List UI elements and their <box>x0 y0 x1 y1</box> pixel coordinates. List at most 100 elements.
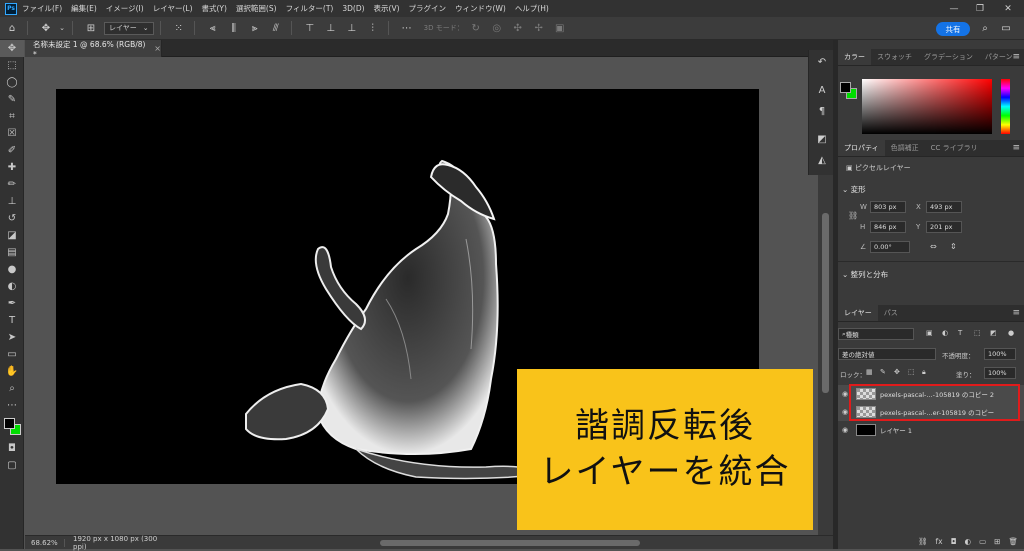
transform-section[interactable]: ⌄ 変形 <box>842 184 866 195</box>
y-input[interactable]: 201 px <box>926 221 962 233</box>
new-group-icon[interactable]: ▭ <box>979 537 986 546</box>
align-distribute-section[interactable]: ⌄ 整列と分布 <box>842 269 888 280</box>
quick-mask-icon[interactable]: ◘ <box>0 440 24 457</box>
menu-view[interactable]: 表示(V) <box>374 3 400 14</box>
link-layers-icon[interactable]: ⛓ <box>918 537 928 546</box>
eraser-tool-icon[interactable]: ◪ <box>0 227 24 244</box>
menu-filter[interactable]: フィルター(T) <box>286 3 334 14</box>
tab-layers[interactable]: レイヤー <box>838 305 878 321</box>
angle-input[interactable]: 0.00° <box>870 241 910 253</box>
3d-roll-icon[interactable]: ◎ <box>488 20 506 36</box>
menu-3d[interactable]: 3D(D) <box>342 4 364 13</box>
align-top-icon[interactable]: ⊤ <box>301 20 319 36</box>
brush-tool-icon[interactable]: ✏ <box>0 176 24 193</box>
angle-field[interactable]: ∠ 0.00° <box>860 241 910 253</box>
search-icon[interactable]: ⌕ <box>977 20 993 36</box>
adjustment-layer-icon[interactable]: ◐ <box>965 537 972 546</box>
distribute-vertical-icon[interactable]: ⫶ <box>364 20 382 36</box>
lasso-tool-icon[interactable]: ◯ <box>0 74 24 91</box>
clone-stamp-icon[interactable]: ⊥ <box>0 193 24 210</box>
history-icon[interactable]: ↶ <box>811 53 833 71</box>
healing-brush-icon[interactable]: ✚ <box>0 159 24 176</box>
tab-cc-libraries[interactable]: CC ライブラリ <box>925 140 984 156</box>
3d-scale-icon[interactable]: ▣ <box>551 20 569 36</box>
x-field[interactable]: X 493 px <box>916 201 962 213</box>
frame-tool-icon[interactable]: ☒ <box>0 125 24 142</box>
dodge-tool-icon[interactable]: ◐ <box>0 278 24 295</box>
menu-layer[interactable]: レイヤー(L) <box>153 3 193 14</box>
horizontal-scrollbar-thumb[interactable] <box>380 540 640 546</box>
color-swatches[interactable] <box>0 414 24 440</box>
filter-type-icon[interactable]: T <box>958 329 962 337</box>
lock-all-icon[interactable]: 🔒︎ <box>922 368 926 377</box>
transform-controls-icon[interactable]: ⁙ <box>170 20 188 36</box>
foreground-color-swatch[interactable] <box>840 82 851 93</box>
screen-mode-icon[interactable]: ▢ <box>0 457 24 474</box>
new-layer-icon[interactable]: ⊞ <box>994 537 1000 546</box>
close-tab-icon[interactable]: × <box>154 44 161 53</box>
link-icon[interactable]: ⛓ <box>848 211 858 220</box>
filter-adjustment-icon[interactable]: ◐ <box>942 329 948 337</box>
align-bottom-icon[interactable]: ⊥ <box>343 20 361 36</box>
foreground-color-swatch[interactable] <box>4 418 15 429</box>
layer-filter-dropdown[interactable]: ⌕ 種類 <box>838 328 914 340</box>
menu-image[interactable]: イメージ(I) <box>106 3 144 14</box>
layer-name[interactable]: レイヤー 1 <box>880 425 912 435</box>
height-field[interactable]: H 846 px <box>860 221 906 233</box>
marquee-tool-icon[interactable]: ⬚ <box>0 57 24 74</box>
panel-menu-icon[interactable]: ≡ <box>1012 52 1020 62</box>
menu-select[interactable]: 選択範囲(S) <box>236 3 277 14</box>
character-icon[interactable]: A <box>811 81 833 99</box>
document-tab[interactable]: 名称未設定 1 @ 68.6% (RGB/8) * × <box>25 40 162 59</box>
history-brush-icon[interactable]: ↺ <box>0 210 24 227</box>
pen-tool-icon[interactable]: ✒ <box>0 295 24 312</box>
zoom-level[interactable]: 68.62% <box>25 538 65 547</box>
align-center-icon[interactable]: ⫼ <box>225 20 243 36</box>
tab-swatches[interactable]: スウォッチ <box>871 49 918 65</box>
hand-tool-icon[interactable]: ✋ <box>0 363 24 380</box>
move-tool-icon[interactable]: ✥ <box>37 20 55 36</box>
shapes-icon[interactable]: ◩ <box>811 130 833 148</box>
y-field[interactable]: Y 201 px <box>916 221 962 233</box>
quick-select-tool-icon[interactable]: ✎ <box>0 91 24 108</box>
close-window-button[interactable]: ✕ <box>998 0 1018 17</box>
tab-adjustments[interactable]: 色調補正 <box>885 140 925 156</box>
menu-edit[interactable]: 編集(E) <box>71 3 97 14</box>
menu-file[interactable]: ファイル(F) <box>22 3 62 14</box>
menu-plugins[interactable]: プラグイン <box>409 3 447 14</box>
type-tool-icon[interactable]: T <box>0 312 24 329</box>
3d-pan-icon[interactable]: ✣ <box>509 20 527 36</box>
lock-pixels-icon[interactable]: ✎ <box>880 368 886 376</box>
blur-tool-icon[interactable]: ● <box>0 261 24 278</box>
layer-mask-icon[interactable]: ◘ <box>951 537 957 546</box>
filter-smart-object-icon[interactable]: ◩ <box>990 329 997 337</box>
width-input[interactable]: 803 px <box>870 201 906 213</box>
filter-pixel-icon[interactable]: ▣ <box>926 329 933 337</box>
share-button[interactable]: 共有 <box>936 22 970 36</box>
move-tool-icon[interactable]: ✥ <box>0 40 24 57</box>
visibility-eye-icon[interactable]: ◉ <box>838 426 852 434</box>
auto-select-icon[interactable]: ⊞ <box>82 20 100 36</box>
lock-transparency-icon[interactable]: ▦ <box>866 368 873 376</box>
tab-color[interactable]: カラー <box>838 49 871 65</box>
home-icon[interactable]: ⌂ <box>3 20 21 36</box>
distribute-icon[interactable]: ⫻ <box>267 20 285 36</box>
height-input[interactable]: 846 px <box>870 221 906 233</box>
tab-properties[interactable]: プロパティ <box>838 140 885 156</box>
minimize-button[interactable]: — <box>944 0 964 17</box>
workspace-icon[interactable]: ▭ <box>998 20 1014 36</box>
layer-style-icon[interactable]: fx <box>936 537 943 546</box>
align-left-icon[interactable]: ⫷ <box>204 20 222 36</box>
panel-menu-icon[interactable]: ≡ <box>1012 308 1020 318</box>
document-info[interactable]: 1920 px x 1080 px (300 ppi) <box>65 535 165 551</box>
align-right-icon[interactable]: ⫸ <box>246 20 264 36</box>
auto-select-dropdown[interactable]: レイヤー ⌄ <box>104 21 154 35</box>
width-field[interactable]: W 803 px <box>860 201 906 213</box>
3d-orbit-icon[interactable]: ↻ <box>467 20 485 36</box>
zoom-tool-icon[interactable]: ⌕ <box>0 380 24 397</box>
more-tools-icon[interactable]: ⋯ <box>0 397 24 414</box>
crop-tool-icon[interactable]: ⌗ <box>0 108 24 125</box>
tab-paths[interactable]: パス <box>878 305 904 321</box>
opacity-input[interactable]: 100% <box>984 348 1016 360</box>
blend-mode-dropdown[interactable]: 差の絶対値 <box>838 348 936 360</box>
